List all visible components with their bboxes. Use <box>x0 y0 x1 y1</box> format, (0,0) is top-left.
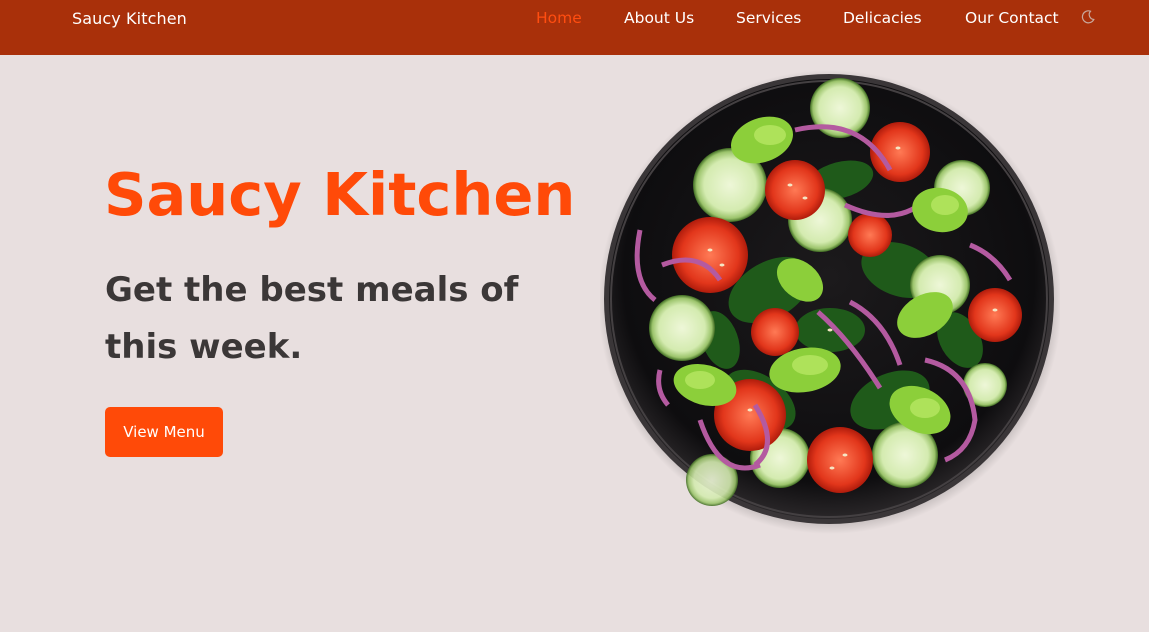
nav-link-our-contact[interactable]: Our Contact <box>965 9 1059 27</box>
hero-title: Saucy Kitchen <box>104 160 576 229</box>
nav-link-services[interactable]: Services <box>736 9 801 27</box>
navbar: Saucy Kitchen Home About Us Services Del… <box>0 0 1149 55</box>
nav-link-about-us[interactable]: About Us <box>624 9 694 27</box>
salad-bowl-image <box>598 70 1062 536</box>
view-menu-button[interactable]: View Menu <box>105 407 223 457</box>
nav-link-home[interactable]: Home <box>536 9 582 27</box>
nav-links: Home About Us Services Delicacies Our Co… <box>0 9 1149 31</box>
moon-icon[interactable] <box>1080 9 1096 25</box>
nav-link-delicacies[interactable]: Delicacies <box>843 9 922 27</box>
hero-subtitle: Get the best meals of this week. <box>105 270 519 367</box>
